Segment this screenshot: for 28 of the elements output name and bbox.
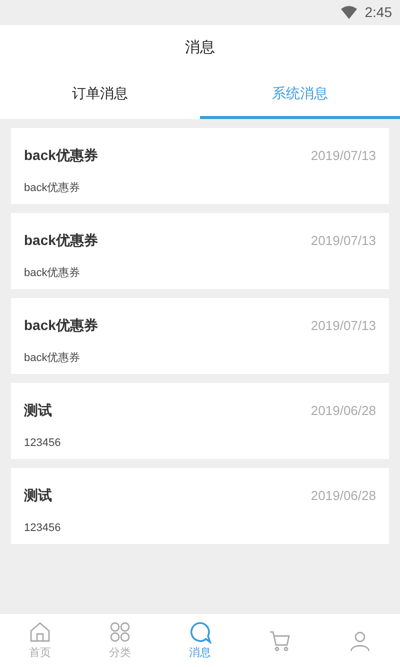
message-body: back优惠券 bbox=[24, 266, 82, 281]
message-title: 测试 bbox=[24, 486, 52, 505]
home-icon bbox=[28, 620, 52, 644]
message-date: 2019/07/13 bbox=[310, 232, 376, 250]
grid-icon bbox=[108, 620, 132, 644]
cart-icon bbox=[268, 628, 292, 652]
wifi-icon bbox=[340, 6, 357, 19]
status-time: 2:45 bbox=[364, 3, 392, 22]
message-title: back优惠券 bbox=[24, 146, 98, 165]
message-title: back优惠券 bbox=[24, 231, 98, 250]
message-date: 2019/07/13 bbox=[310, 146, 376, 165]
message-title: 测试 bbox=[24, 401, 52, 420]
message-date: 2019/06/28 bbox=[310, 402, 376, 420]
message-body: back优惠券 bbox=[24, 350, 82, 366]
message-body: 123456 bbox=[24, 521, 62, 536]
chat-bubble-icon bbox=[188, 620, 212, 644]
page-title: 消息 bbox=[185, 38, 215, 58]
message-body: 123456 bbox=[24, 436, 62, 451]
message-card[interactable]: back优惠券 2019/07/13 back优惠券 bbox=[11, 213, 389, 289]
message-title: back优惠券 bbox=[24, 316, 98, 335]
message-card[interactable]: back优惠券 2019/07/13 back优惠券 bbox=[11, 128, 389, 204]
message-date: 2019/07/13 bbox=[310, 316, 376, 335]
message-card[interactable]: 测试 2019/06/28 123456 bbox=[11, 468, 389, 544]
message-body: back优惠券 bbox=[24, 180, 82, 196]
message-card[interactable]: 测试 2019/06/28 123456 bbox=[11, 383, 389, 459]
message-card[interactable]: back优惠券 2019/07/13 back优惠券 bbox=[11, 298, 389, 374]
tab[interactable]: 订单消息 bbox=[0, 71, 200, 119]
message-date: 2019/06/28 bbox=[310, 486, 376, 505]
